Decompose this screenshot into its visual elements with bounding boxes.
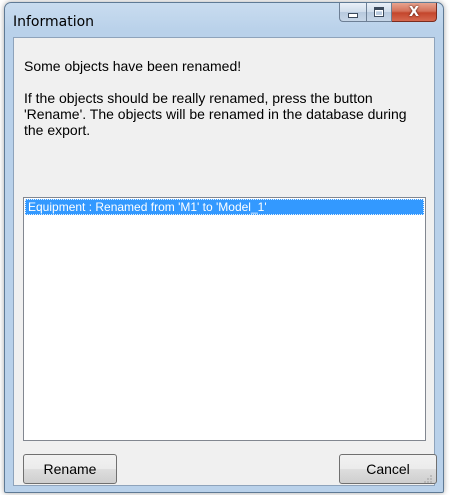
title-bar[interactable]: Information X <box>5 3 443 37</box>
message-line-1: Some objects have been renamed! <box>24 58 242 74</box>
close-icon: X <box>408 4 420 20</box>
maximize-icon <box>374 7 384 17</box>
resize-grip-icon[interactable] <box>423 474 433 484</box>
list-item[interactable]: Equipment : Renamed from 'M1' to 'Model_… <box>25 199 424 215</box>
renamed-objects-list[interactable]: Equipment : Renamed from 'M1' to 'Model_… <box>23 197 426 441</box>
minimize-button[interactable] <box>339 3 366 22</box>
close-button[interactable]: X <box>392 3 437 22</box>
message-line-2: If the objects should be really renamed,… <box>24 90 407 138</box>
window-controls: X <box>339 3 437 23</box>
maximize-button[interactable] <box>366 3 392 22</box>
window-title: Information <box>13 14 95 30</box>
dialog-window: Information X Some objects have been ren… <box>4 2 444 493</box>
dialog-body: Some objects have been renamed! If the o… <box>13 37 437 486</box>
rename-button[interactable]: Rename <box>23 454 117 484</box>
message-text: Some objects have been renamed! If the o… <box>24 58 424 138</box>
minimize-icon <box>348 12 358 18</box>
